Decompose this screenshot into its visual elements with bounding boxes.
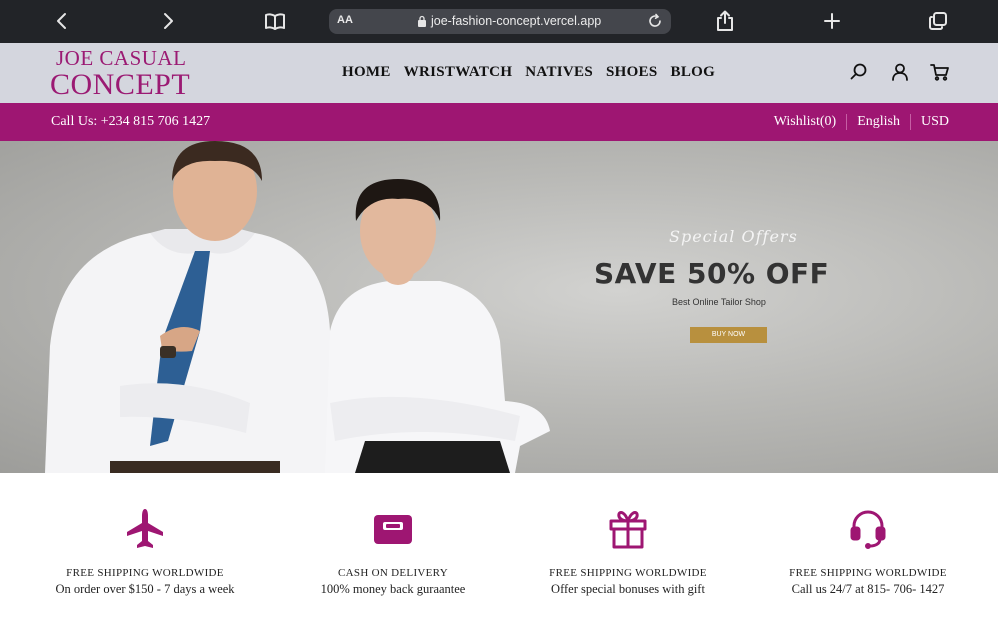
currency-selector[interactable]: USD (909, 114, 949, 130)
text-size-button[interactable]: AA (337, 14, 353, 26)
wallet-icon (273, 505, 513, 553)
search-icon[interactable] (849, 62, 869, 82)
feature-title: CASH ON DELIVERY (338, 567, 448, 579)
call-us-text[interactable]: Call Us: +234 815 706 1427 (51, 114, 210, 130)
strip-right-menu: Wishlist(0) English USD (774, 114, 949, 130)
language-selector[interactable]: English (846, 114, 910, 130)
info-strip: Call Us: +234 815 706 1427 Wishlist(0) E… (0, 103, 998, 141)
buy-now-button[interactable]: BUY NOW (690, 327, 767, 343)
gift-icon (508, 505, 748, 553)
special-offers-text: Special Offers (669, 227, 798, 246)
hero-models-image (45, 141, 550, 473)
hero-headline: SAVE 50% OFF (594, 257, 830, 290)
feature-shipping: FREE SHIPPING WORLDWIDE On order over $1… (25, 505, 265, 597)
feature-subtitle: Offer special bonuses with gift (551, 582, 705, 596)
book-icon[interactable] (263, 9, 287, 33)
nav-blog[interactable]: BLOG (671, 64, 716, 81)
feature-gift: FREE SHIPPING WORLDWIDE Offer special bo… (508, 505, 748, 597)
user-icon[interactable] (890, 62, 910, 82)
reload-icon[interactable] (647, 13, 663, 29)
hero-banner: Special Offers SAVE 50% OFF Best Online … (0, 141, 998, 473)
plus-icon[interactable] (820, 9, 844, 33)
feature-cash-on-delivery: CASH ON DELIVERY 100% money back guraant… (273, 505, 513, 597)
feature-subtitle: Call us 24/7 at 815- 706- 1427 (791, 582, 945, 596)
browser-toolbar: AA joe-fashion-concept.vercel.app (0, 0, 998, 43)
back-icon[interactable] (50, 9, 74, 33)
wishlist-link[interactable]: Wishlist(0) (774, 114, 846, 130)
nav-wristwatch[interactable]: WRISTWATCH (404, 64, 513, 81)
airplane-icon (25, 505, 265, 553)
cart-icon[interactable] (930, 62, 950, 82)
forward-icon[interactable] (156, 9, 180, 33)
main-nav: HOME WRISTWATCH NATIVES SHOES BLOG (342, 64, 715, 81)
feature-subtitle: 100% money back guraantee (320, 582, 466, 596)
share-icon[interactable] (713, 9, 737, 33)
hero-subline: Best Online Tailor Shop (672, 297, 766, 307)
headset-icon (748, 505, 988, 553)
nav-home[interactable]: HOME (342, 64, 391, 81)
url-text: joe-fashion-concept.vercel.app (431, 14, 602, 28)
feature-subtitle: On order over $150 - 7 days a week (55, 582, 235, 596)
feature-title: FREE SHIPPING WORLDWIDE (549, 567, 707, 579)
feature-title: FREE SHIPPING WORLDWIDE (66, 567, 224, 579)
logo-bottom-text[interactable]: CONCEPT (50, 68, 190, 102)
lock-icon (418, 15, 426, 27)
feature-title: FREE SHIPPING WORLDWIDE (789, 567, 947, 579)
address-bar[interactable]: AA joe-fashion-concept.vercel.app (329, 9, 671, 34)
nav-natives[interactable]: NATIVES (525, 64, 593, 81)
nav-shoes[interactable]: SHOES (606, 64, 658, 81)
tabs-icon[interactable] (926, 9, 950, 33)
site-header: JOE CASUAL CONCEPT HOME WRISTWATCH NATIV… (0, 43, 998, 103)
feature-support: FREE SHIPPING WORLDWIDE Call us 24/7 at … (748, 505, 988, 597)
